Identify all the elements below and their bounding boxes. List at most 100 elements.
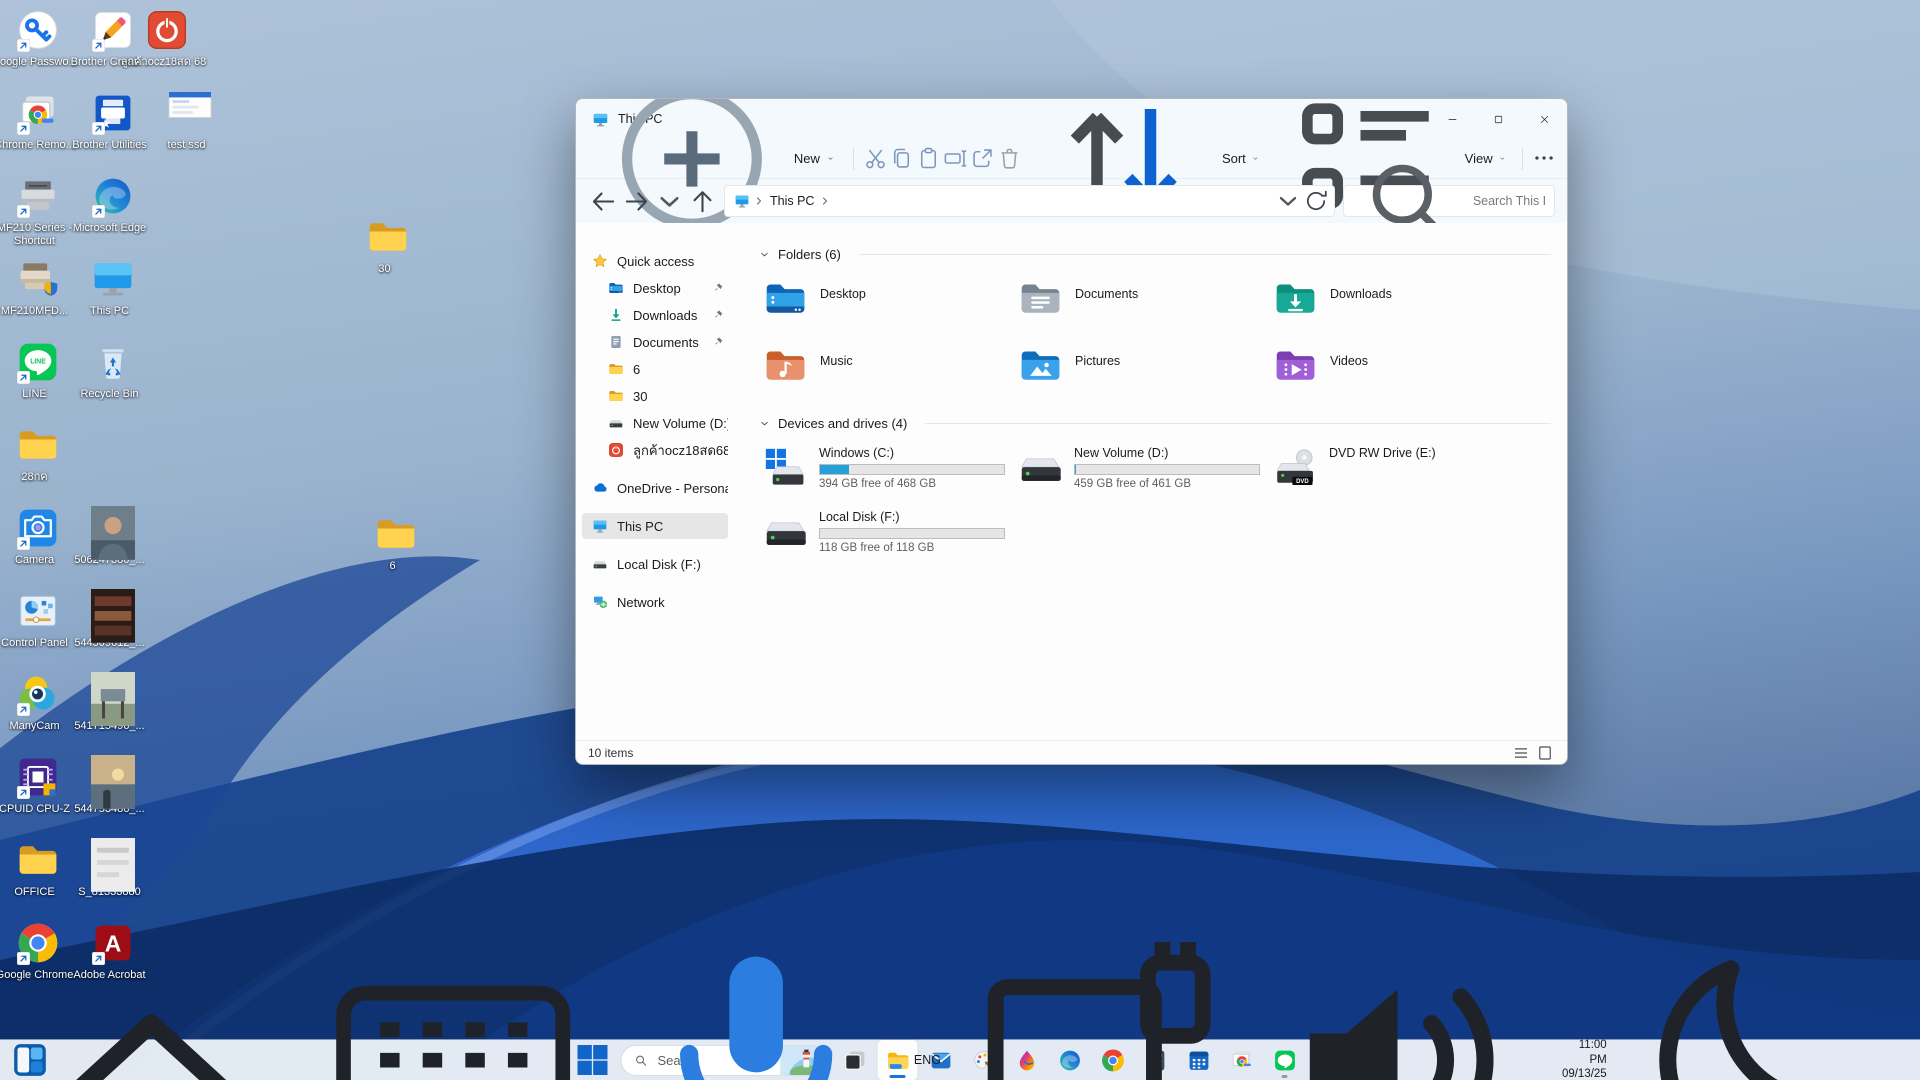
- share-button[interactable]: [969, 142, 996, 176]
- desktop-icon[interactable]: LINE LINE: [1, 340, 75, 401]
- sidebar-item[interactable]: Documents: [582, 329, 728, 355]
- up-button[interactable]: [687, 186, 718, 217]
- paste-button[interactable]: [915, 142, 942, 176]
- drive-name: DVD RW Drive (E:): [1329, 446, 1436, 460]
- desktop-icon[interactable]: 506247380_...: [74, 506, 150, 567]
- folder-tile[interactable]: Pictures: [1014, 341, 1269, 408]
- item-count: 10 items: [588, 745, 634, 760]
- sidebar-item-label: Downloads: [633, 307, 698, 323]
- volume-button[interactable]: [1250, 988, 1552, 1080]
- maximize-button[interactable]: [1475, 99, 1521, 139]
- folders-section-header[interactable]: Folders (6): [759, 247, 1551, 262]
- drive-free-space: 394 GB free of 468 GB: [819, 478, 936, 490]
- folder-documents-icon: [1018, 276, 1063, 321]
- sidebar-item[interactable]: 6: [582, 356, 728, 382]
- svg-text:DVD: DVD: [1296, 479, 1309, 485]
- drive-tile[interactable]: Local Disk (F:) 118 GB free of 118 GB: [759, 507, 1014, 571]
- shortcut-arrow-icon: [17, 371, 30, 384]
- sidebar-item[interactable]: Downloads: [582, 302, 728, 328]
- address-bar[interactable]: This PC: [724, 185, 1335, 217]
- hidden-icons-button[interactable]: [0, 1014, 302, 1080]
- sidebar-item-label: New Volume (D:): [633, 415, 728, 431]
- desktop-icon[interactable]: Recycle Bin: [76, 340, 150, 401]
- desktop-icon[interactable]: ลูกค้าocz18สด 68: [121, 8, 206, 69]
- network-button[interactable]: [948, 941, 1250, 1080]
- drive-tile[interactable]: New Volume (D:) 459 GB free of 461 GB: [1014, 443, 1269, 507]
- close-button[interactable]: [1521, 99, 1567, 139]
- sidebar-item[interactable]: OneDrive - Personal: [582, 475, 728, 501]
- folder-tile[interactable]: Downloads: [1269, 274, 1524, 341]
- drives-grid: Windows (C:) 394 GB free of 468 GB New V…: [759, 443, 1551, 571]
- desktop-icon[interactable]: CPUID CPU-Z: [0, 755, 75, 816]
- folder-yellow-icon: [608, 361, 624, 377]
- keyboard-icon: [307, 914, 599, 1080]
- folder-tile[interactable]: Documents: [1014, 274, 1269, 341]
- desktop-icon[interactable]: This PC: [76, 257, 150, 318]
- desktop-icon[interactable]: 30: [351, 215, 425, 276]
- sidebar-item[interactable]: This PC: [582, 513, 728, 539]
- explorer-search[interactable]: [1343, 164, 1555, 241]
- desktop-icon[interactable]: MF210 Series - Shortcut: [0, 174, 75, 249]
- desktop-icon[interactable]: 544509612_...: [74, 589, 150, 650]
- desktop-icon[interactable]: OFFICE: [1, 838, 75, 899]
- new-button[interactable]: New: [586, 99, 845, 229]
- search-input[interactable]: [1472, 194, 1545, 208]
- desktop-icon-label: test ssd: [167, 139, 206, 151]
- forward-button[interactable]: [621, 186, 652, 217]
- folder-tile[interactable]: Videos: [1269, 341, 1524, 408]
- address-dropdown-button[interactable]: [1274, 187, 1302, 215]
- desktop-icon[interactable]: 541715496_...: [74, 672, 150, 733]
- desktop-icon[interactable]: S_81333880: [76, 838, 150, 899]
- sidebar-item[interactable]: Network: [582, 589, 728, 615]
- language-indicator[interactable]: ENG: [907, 1053, 948, 1067]
- folder-name: Documents: [1075, 287, 1139, 301]
- folder-tile[interactable]: Desktop: [759, 274, 1014, 341]
- breadcrumb-this-pc[interactable]: This PC: [768, 194, 816, 208]
- desktop-icon[interactable]: Brother Utilities: [72, 91, 150, 152]
- sidebar-item[interactable]: ลูกค้าocz18สด68: [582, 437, 728, 463]
- desktop-icon[interactable]: Google Passwo...: [0, 8, 78, 69]
- clock[interactable]: 11:00 PM 09/13/25: [1553, 1038, 1614, 1080]
- cut-button[interactable]: [862, 142, 889, 176]
- folders-section-title: Folders (6): [778, 247, 841, 262]
- sidebar-item[interactable]: Quick access: [582, 248, 728, 274]
- desktop-icon[interactable]: MF210MFD...: [1, 257, 75, 318]
- see-more-button[interactable]: [1531, 142, 1557, 176]
- recent-locations-button[interactable]: [654, 186, 685, 217]
- sidebar-item[interactable]: Local Disk (F:): [582, 551, 728, 577]
- desktop-icon[interactable]: 544753486_...: [74, 755, 150, 816]
- back-button[interactable]: [588, 186, 619, 217]
- touch-keyboard-button[interactable]: [302, 985, 604, 1080]
- drives-section-header[interactable]: Devices and drives (4): [759, 416, 1551, 431]
- desktop-icon[interactable]: Chrome Remo...: [0, 91, 75, 152]
- folder-name: Music: [820, 354, 853, 368]
- desktop-icon[interactable]: Microsoft Edge: [73, 174, 150, 235]
- details-view-icon[interactable]: [1511, 744, 1531, 762]
- shortcut-arrow-icon: [17, 786, 30, 799]
- drive-free-space: 118 GB free of 118 GB: [819, 542, 935, 554]
- section-rule: [925, 423, 1551, 424]
- folder-tile[interactable]: Music: [759, 341, 1014, 408]
- sidebar-item[interactable]: Desktop: [582, 275, 728, 301]
- desktop-icon[interactable]: 6: [359, 512, 433, 573]
- desktop-icon-label: ลูกค้าocz18สด 68: [120, 56, 207, 68]
- large-thumbnails-view-icon[interactable]: [1535, 744, 1555, 762]
- desktop-icon[interactable]: test ssd: [153, 91, 227, 152]
- sort-button[interactable]: Sort: [1023, 108, 1267, 209]
- sidebar-item[interactable]: 30: [582, 383, 728, 409]
- chevron-down-icon: [759, 418, 770, 429]
- copy-button[interactable]: [888, 142, 915, 176]
- do-not-disturb-button[interactable]: [1614, 960, 1916, 1080]
- desktop-icon[interactable]: 28กค: [1, 423, 75, 484]
- drive-tile[interactable]: Windows (C:) 394 GB free of 468 GB: [759, 443, 1014, 507]
- refresh-button[interactable]: [1302, 187, 1330, 215]
- rename-button[interactable]: [942, 142, 969, 176]
- microphone-button[interactable]: [605, 956, 907, 1080]
- desktop-icon[interactable]: Camera: [1, 506, 75, 567]
- delete-button[interactable]: [996, 142, 1023, 176]
- sidebar-item[interactable]: New Volume (D:): [582, 410, 728, 436]
- desktop-icon[interactable]: Control Panel: [1, 589, 75, 650]
- drive-tile[interactable]: DVD DVD RW Drive (E:): [1269, 443, 1524, 507]
- desktop-icon-label: Microsoft Edge: [72, 222, 147, 234]
- desktop-icon[interactable]: ManyCam: [1, 672, 75, 733]
